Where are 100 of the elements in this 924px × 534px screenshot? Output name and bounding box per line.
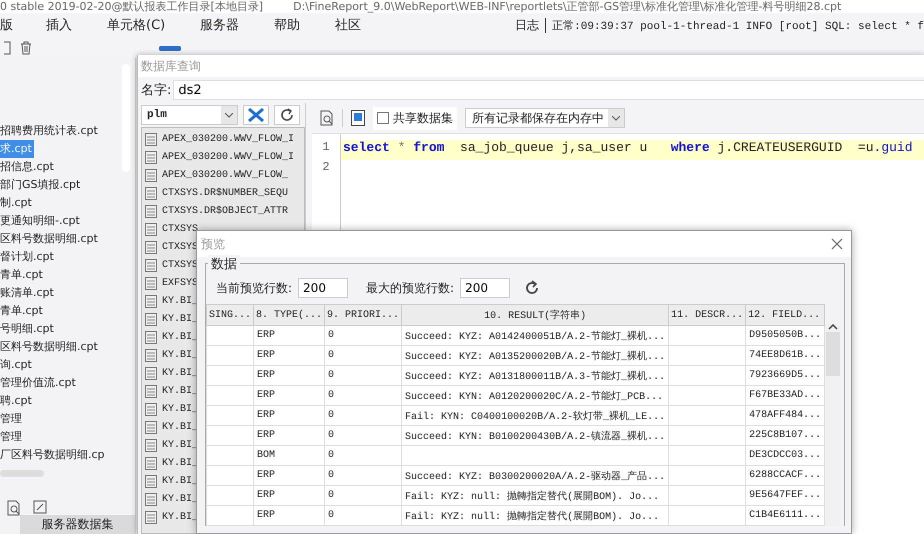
preview-icon[interactable] <box>7 500 21 516</box>
scrollbar[interactable] <box>825 324 840 526</box>
file-item[interactable]: 招信息.cpt <box>0 158 56 176</box>
column-header[interactable]: SING... <box>206 304 254 326</box>
file-item[interactable]: 管理价值流.cpt <box>0 374 78 392</box>
table-item[interactable]: KY.BI_ <box>142 418 198 436</box>
table-cell: ERP <box>254 366 325 386</box>
file-item[interactable]: 厂区料号数据明细.cp <box>0 446 107 464</box>
connection-dropdown[interactable]: plm <box>141 105 238 125</box>
table-item[interactable]: CTXSYS <box>142 220 198 238</box>
table-icon <box>145 420 157 434</box>
menu-item[interactable]: 版 <box>0 16 26 34</box>
file-item[interactable]: 管理 <box>0 410 24 428</box>
preview-icon[interactable] <box>320 110 334 126</box>
table-item[interactable]: KY.BI_ <box>142 508 198 526</box>
file-item[interactable]: 招聘费用统计表.cpt <box>0 122 100 140</box>
scrollbar[interactable] <box>0 470 44 477</box>
column-header[interactable]: 9. PRIORI... <box>324 304 402 326</box>
edit-icon[interactable] <box>33 500 47 514</box>
table-cell: 225C8B107... <box>746 426 825 446</box>
current-rows-field[interactable]: 200 <box>298 278 348 298</box>
table-icon <box>145 402 157 416</box>
table-cell: Succeed: KYZ: A0131800011B/A.3-节能灯_裸机... <box>402 366 669 386</box>
share-checkbox[interactable] <box>377 112 389 124</box>
file-item[interactable]: 区料号数据明细.cpt <box>0 230 100 248</box>
trash-icon[interactable] <box>20 40 32 54</box>
table-item[interactable]: APEX_030200.WWV_FLOW_ <box>142 166 288 184</box>
table-item[interactable]: KY.BI_ <box>142 454 198 472</box>
table-item[interactable]: KY.BI_ <box>142 328 198 346</box>
menu-item[interactable]: 服务器 <box>200 16 252 34</box>
table-cell: 0 <box>324 386 402 406</box>
name-field[interactable]: ds2 <box>173 80 924 100</box>
menu-item[interactable]: 插入 <box>46 16 85 34</box>
tools-button[interactable] <box>243 105 269 125</box>
file-item[interactable]: 青单.cpt <box>0 302 45 320</box>
column-header[interactable]: 11. DESCR... <box>668 304 746 326</box>
table-cell: Succeed: KYZ: A0135200020B/A.2-节能灯_裸机... <box>402 346 669 366</box>
column-header[interactable]: 10. RESULT(字符串) <box>402 304 669 326</box>
table-cell: ERP <box>254 506 325 526</box>
column-header[interactable]: 8. TYPE(... <box>254 304 325 326</box>
table-item[interactable]: KY.BI_ <box>142 472 198 490</box>
table-item[interactable]: KY.BI_ <box>142 292 198 310</box>
table-item[interactable]: APEX_030200.WWV_FLOW_I <box>142 130 294 148</box>
table-item[interactable]: KY.BI_ <box>142 400 198 418</box>
caret-icon <box>225 112 233 118</box>
table-cell: 74EE8D61B... <box>746 346 825 366</box>
line-number: 2 <box>321 160 331 176</box>
table-item[interactable]: APEX_030200.WWV_FLOW_I <box>142 148 294 166</box>
table-cell: 6288CCACF... <box>746 466 825 486</box>
dataset-tab[interactable]: 服务器数据集 <box>20 515 135 534</box>
file-item[interactable]: 管理 <box>0 428 24 446</box>
max-rows-label: 最大的预览行数: <box>366 280 454 296</box>
table-icon <box>145 492 157 506</box>
table-item[interactable]: CTXSYS.DR$NUMBER_SEQU <box>142 184 288 202</box>
table-cell: 0 <box>324 326 402 346</box>
table-icon <box>145 240 157 254</box>
table-item[interactable]: KY.BI_ <box>142 382 198 400</box>
file-item[interactable]: 制.cpt <box>0 194 34 212</box>
table-icon <box>145 438 157 452</box>
table-icon <box>145 222 157 236</box>
table-cell: ERP <box>254 426 325 446</box>
file-item[interactable]: 青单.cpt <box>0 266 45 284</box>
menu-item[interactable]: 社区 <box>335 16 374 34</box>
refresh-icon[interactable] <box>524 280 540 296</box>
save-icon[interactable] <box>351 110 365 126</box>
file-item[interactable]: 号明细.cpt <box>0 320 56 338</box>
storage-mode-dropdown[interactable]: 所有记录都保存在内存中 <box>465 108 625 128</box>
table-item[interactable]: CTXSYS.DR$OBJECT_ATTR <box>142 202 288 220</box>
table-icon <box>145 366 157 380</box>
menu-item[interactable]: 单元格(C) <box>107 16 178 34</box>
file-item[interactable]: 账清单.cpt <box>0 284 56 302</box>
column-header[interactable]: 12. FIELD... <box>746 304 825 326</box>
file-item[interactable]: 更通知明细-.cpt <box>0 212 82 230</box>
group-label: 数据 <box>208 255 240 273</box>
table-cell: ERP <box>254 406 325 426</box>
table-cell: Fail: KYZ: null: 抛轉指定替代(展開BOM). Jo... <box>402 486 669 506</box>
table-icon <box>145 132 157 146</box>
table-icon <box>145 474 157 488</box>
table-item[interactable]: KY.BI_ <box>142 364 198 382</box>
table-item[interactable]: KY.BI_ <box>142 490 198 508</box>
max-rows-field[interactable]: 200 <box>460 278 510 298</box>
table-cell: 0 <box>324 426 402 446</box>
file-item[interactable]: 询.cpt <box>0 356 34 374</box>
table-cell: 0 <box>324 406 402 426</box>
file-item[interactable]: 聘.cpt <box>0 392 34 410</box>
close-icon[interactable] <box>831 238 843 250</box>
menu-item[interactable]: 帮助 <box>274 16 314 34</box>
file-item[interactable]: 部门GS填报.cpt <box>0 176 82 194</box>
table-item[interactable]: KY.BI_ <box>142 436 198 454</box>
table-icon <box>145 330 157 344</box>
file-item[interactable]: 督计划.cpt <box>0 248 56 266</box>
file-item[interactable]: 区料号数据明细.cpt <box>0 338 100 356</box>
refresh-button[interactable] <box>274 105 300 125</box>
table-icon <box>145 150 157 164</box>
table-cell: F67BE33AD... <box>746 386 825 406</box>
log-tab[interactable]: 日志 <box>515 16 540 34</box>
table-item[interactable]: KY.BI_ <box>142 310 198 328</box>
scrollbar-thumb[interactable] <box>826 332 840 376</box>
table-item[interactable]: KY.BI_ <box>142 346 198 364</box>
line-number: 1 <box>321 140 331 156</box>
